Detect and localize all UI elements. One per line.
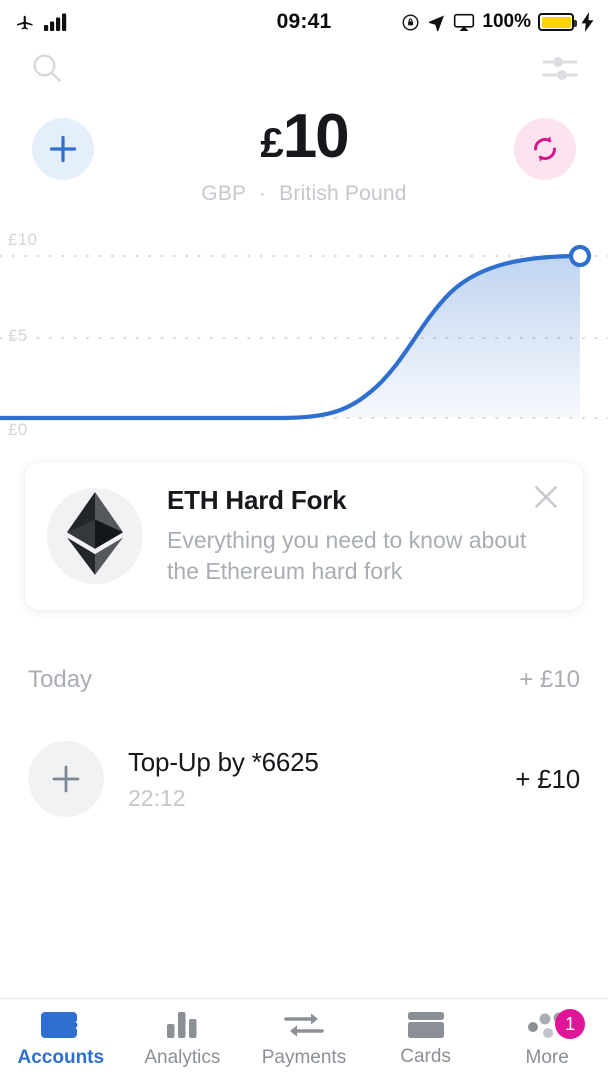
app-screen: 09:41 100% £ 10 GBP · British Pound £10 …: [0, 0, 608, 1080]
lightning-bolt-icon: [581, 12, 594, 32]
tab-accounts[interactable]: Accounts: [0, 999, 122, 1080]
promo-title: ETH Hard Fork: [167, 485, 347, 516]
balance-value: 10: [282, 102, 350, 171]
currency-name: British Pound: [279, 182, 407, 205]
table-row[interactable]: Top-Up by *6625 22:12 + £10: [0, 738, 608, 820]
chart-area-fill: [0, 256, 580, 418]
exchange-circular-arrows-icon: [534, 136, 556, 162]
status-bar-right: 100%: [331, 11, 594, 33]
promo-text: ETH Hard Fork Everything you need to kno…: [167, 485, 561, 586]
tab-cards[interactable]: Cards: [365, 999, 487, 1080]
rotation-lock-icon: [402, 14, 419, 30]
balance-amount: £ 10: [94, 106, 514, 168]
currency-separator: ·: [258, 182, 267, 205]
balance-chart[interactable]: £10 £5 £0: [0, 228, 608, 442]
close-icon: [535, 486, 557, 508]
transactions-group-header: Today + £10: [0, 660, 608, 700]
search-button[interactable]: [30, 51, 64, 90]
transaction-amount: + £10: [515, 763, 580, 794]
currency-symbol: £: [260, 119, 283, 166]
chart-end-marker: [568, 244, 592, 268]
tab-label-more: More: [525, 1047, 569, 1068]
battery-icon: [538, 13, 577, 31]
exchange-button[interactable]: [514, 118, 576, 180]
currency-info: GBP · British Pound: [94, 182, 514, 206]
tab-label-payments: Payments: [261, 1047, 347, 1068]
chart-ytick-10: £10: [8, 230, 38, 249]
promo-description: Everything you need to know about the Et…: [167, 527, 527, 584]
tab-analytics[interactable]: Analytics: [122, 999, 244, 1080]
battery-percentage: 100%: [482, 11, 531, 32]
location-arrow-icon: [429, 15, 445, 31]
chart-ytick-0: £0: [8, 420, 28, 439]
tab-more[interactable]: More 1: [486, 999, 608, 1080]
add-money-button[interactable]: [32, 118, 94, 180]
status-bar: 09:41 100%: [0, 0, 608, 44]
tab-payments[interactable]: Payments: [243, 999, 365, 1080]
bar-chart-icon: [167, 1012, 197, 1038]
balance-display: £ 10 GBP · British Pound: [94, 104, 514, 206]
transaction-title: Top-Up by *6625: [128, 746, 319, 777]
status-bar-time: 09:41: [276, 10, 332, 33]
credit-card-icon: [407, 1012, 444, 1038]
status-bar-left: [14, 12, 277, 32]
airplane-icon: [17, 15, 33, 30]
more-badge: 1: [555, 1009, 586, 1039]
signal-bars-icon: [44, 13, 67, 31]
transaction-time: 22:12: [128, 784, 186, 811]
promo-close-button[interactable]: [529, 480, 563, 514]
plus-icon: [52, 765, 80, 793]
chart-ytick-5: £5: [8, 326, 28, 345]
transfer-arrows-icon: [284, 1013, 324, 1037]
currency-code: GBP: [201, 182, 246, 205]
search-icon: [33, 53, 61, 82]
transactions-group-total: + £10: [519, 666, 580, 693]
tab-label-more-cards: Cards: [400, 1046, 451, 1067]
bottom-navigation: Accounts Analytics Payments Cards More 1: [0, 998, 608, 1080]
ethereum-logo-icon: [67, 492, 123, 575]
plus-icon: [49, 135, 77, 163]
sliders-filter-icon: [542, 56, 578, 80]
filter-button[interactable]: [542, 53, 578, 88]
chart-canvas: [0, 244, 608, 421]
transactions-group-label: Today: [28, 666, 93, 693]
airplay-icon: [454, 13, 475, 31]
tab-label-analytics: Analytics: [144, 1047, 221, 1068]
tab-label-accounts: Accounts: [17, 1047, 105, 1068]
transaction-body: Top-Up by *6625 22:12: [128, 747, 515, 812]
top-toolbar: [0, 44, 608, 96]
wallet-icon: [40, 1012, 78, 1038]
promo-card[interactable]: ETH Hard Fork Everything you need to kno…: [25, 462, 583, 610]
promo-logo: [47, 488, 143, 584]
transaction-icon: [28, 741, 104, 817]
balance-header: £ 10 GBP · British Pound: [0, 104, 608, 224]
